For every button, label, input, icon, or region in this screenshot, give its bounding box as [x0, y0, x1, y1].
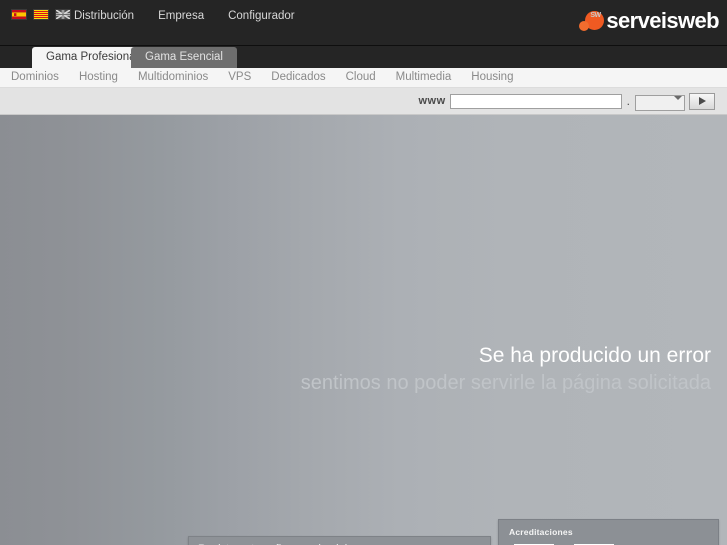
- product-sub-nav: Dominios Hosting Multidominios VPS Dedic…: [0, 68, 727, 88]
- subnav-item-housing[interactable]: Housing: [471, 68, 513, 87]
- top-nav-item-distribucion[interactable]: Distribución: [74, 7, 134, 25]
- logo-wordmark: serveisweb: [606, 8, 719, 33]
- subnav-item-hosting[interactable]: Hosting: [79, 68, 118, 87]
- header-domain-input[interactable]: [449, 93, 622, 109]
- top-nav-item-configurador[interactable]: Configurador: [228, 7, 294, 25]
- header-tld-select[interactable]: [635, 94, 685, 111]
- top-nav-item-empresa[interactable]: Empresa: [158, 7, 204, 25]
- tab-gama-esencial[interactable]: Gama Esencial: [131, 47, 237, 68]
- error-subtitle: sentimos no poder servirle la página sol…: [300, 372, 711, 394]
- header-domain-search-form: www .: [418, 92, 715, 111]
- main-stage: Se ha producido un error sentimos no pod…: [0, 115, 727, 545]
- logo-mark-text: SW: [590, 12, 601, 19]
- header-dot-separator: .: [626, 94, 630, 109]
- subnav-item-cloud[interactable]: Cloud: [346, 68, 376, 87]
- error-title: Se ha producido un error: [478, 344, 711, 367]
- play-arrow-icon: [698, 97, 706, 106]
- error-headline-block: Se ha producido un error sentimos no pod…: [171, 343, 711, 396]
- subnav-item-dedicados[interactable]: Dedicados: [271, 68, 325, 87]
- header-domain-search-bar: www .: [0, 88, 727, 115]
- header-search-go-button[interactable]: [689, 92, 715, 110]
- site-logo[interactable]: SW serveisweb: [579, 5, 720, 37]
- top-header-bar: Distribución Empresa Configurador SW ser…: [0, 0, 727, 46]
- language-flag-list: [11, 9, 71, 20]
- accreditations-panel: Acreditaciones ICANN: [498, 519, 719, 545]
- subnav-item-multimedia[interactable]: Multimedia: [396, 68, 452, 87]
- top-nav: Distribución Empresa Configurador: [74, 7, 295, 25]
- domain-register-panel: Registre o transfiera su dominio Ver pre…: [188, 536, 491, 545]
- subnav-item-dominios[interactable]: Dominios: [11, 68, 59, 87]
- uk-flag-icon[interactable]: [55, 9, 71, 20]
- catalonia-flag-icon[interactable]: [33, 9, 49, 20]
- header-www-label: www: [418, 95, 446, 108]
- subnav-item-multidominios[interactable]: Multidominios: [138, 68, 208, 87]
- page-root: Distribución Empresa Configurador SW ser…: [0, 0, 727, 545]
- accreditations-title: Acreditaciones: [509, 527, 573, 537]
- header-tld-select-wrap: [635, 92, 685, 111]
- subnav-item-vps[interactable]: VPS: [228, 68, 251, 87]
- spain-flag-icon[interactable]: [11, 9, 27, 20]
- serveisweb-logo-icon: SW: [579, 8, 605, 34]
- range-tab-bar: Gama Profesional Gama Esencial: [0, 46, 727, 68]
